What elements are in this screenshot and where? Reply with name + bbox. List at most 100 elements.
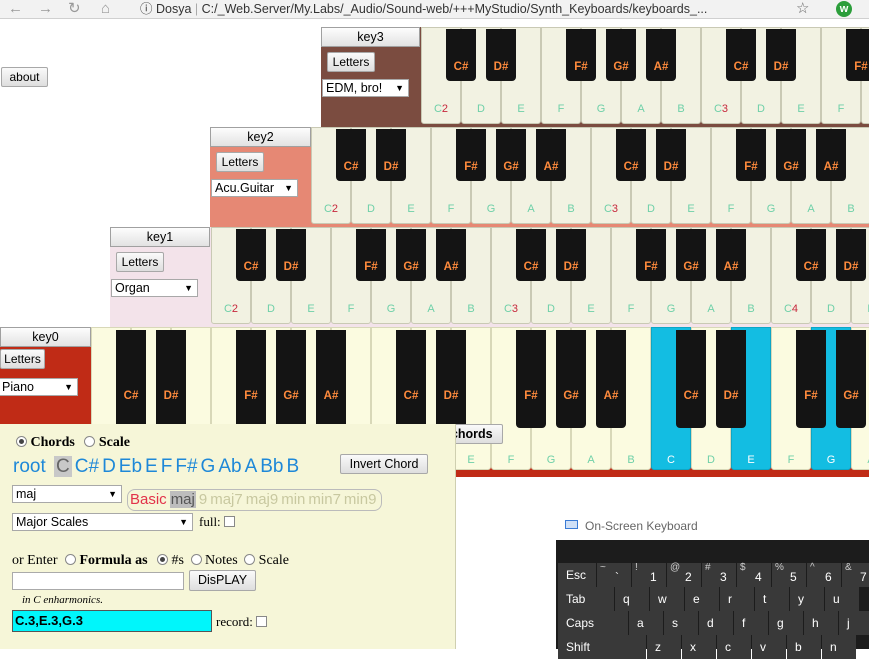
chord-type-maj9[interactable]: maj9 xyxy=(246,491,279,508)
black-key[interactable]: G# xyxy=(676,229,706,281)
black-key[interactable]: A# xyxy=(646,29,676,81)
formula-radio[interactable] xyxy=(64,554,76,565)
invert-chord-button[interactable]: Invert Chord xyxy=(340,454,428,474)
root-note-C[interactable]: C xyxy=(54,456,72,477)
black-key[interactable]: F# xyxy=(846,29,869,81)
osk-key-esc[interactable]: Esc xyxy=(558,563,596,587)
chord-type-min[interactable]: min xyxy=(281,491,305,508)
osk-key-w[interactable]: w xyxy=(650,587,684,611)
black-key[interactable]: D# xyxy=(556,229,586,281)
osk-key-v[interactable]: v xyxy=(752,635,786,659)
osk-key-g[interactable]: g xyxy=(769,611,803,635)
address-bar[interactable]: ⓘ Dosya | C:/_Web.Server/My.Labs/_Audio/… xyxy=(140,2,707,16)
black-key[interactable]: G# xyxy=(556,330,586,428)
scale-format-radio[interactable] xyxy=(244,554,256,565)
root-note-Fsharp[interactable]: F# xyxy=(175,456,197,477)
black-key[interactable]: D# xyxy=(276,229,306,281)
root-note-Ab[interactable]: Ab xyxy=(218,456,241,477)
bookmark-star-icon[interactable]: ☆ xyxy=(796,0,809,18)
black-key[interactable]: C# xyxy=(516,229,546,281)
chord-type-min7[interactable]: min7 xyxy=(308,491,341,508)
black-key[interactable]: D# xyxy=(766,29,796,81)
root-note-A[interactable]: A xyxy=(245,456,258,477)
black-key[interactable]: F# xyxy=(636,229,666,281)
forward-icon[interactable]: → xyxy=(38,0,53,18)
black-key[interactable]: F# xyxy=(736,129,766,181)
osk-key-j[interactable]: j xyxy=(839,611,869,635)
black-key[interactable]: D# xyxy=(156,330,186,428)
osk-key-e[interactable]: e xyxy=(685,587,719,611)
black-key[interactable]: D# xyxy=(836,229,866,281)
black-key[interactable]: D# xyxy=(656,129,686,181)
black-key[interactable]: F# xyxy=(516,330,546,428)
chords-radio[interactable] xyxy=(16,436,27,447)
black-key[interactable]: G# xyxy=(836,330,866,428)
display-button[interactable]: DisPLAY xyxy=(189,570,256,591)
notes-radio[interactable] xyxy=(190,554,202,565)
black-key[interactable]: C# xyxy=(796,229,826,281)
osk-key-shift[interactable]: Shift xyxy=(558,635,646,659)
black-key[interactable]: C# xyxy=(336,129,366,181)
osk-key-y[interactable]: y xyxy=(790,587,824,611)
osk-key-4[interactable]: $4 xyxy=(737,562,771,587)
black-key[interactable]: C# xyxy=(446,29,476,81)
chord-type-maj7[interactable]: maj7 xyxy=(210,491,243,508)
black-key[interactable]: A# xyxy=(816,129,846,181)
black-key[interactable]: A# xyxy=(316,330,346,428)
osk-key-q[interactable]: q xyxy=(615,587,649,611)
black-key[interactable]: G# xyxy=(496,129,526,181)
sharps-radio[interactable] xyxy=(157,554,169,565)
black-key[interactable]: A# xyxy=(716,229,746,281)
letters-button[interactable]: Letters xyxy=(0,349,45,369)
osk-key-caps[interactable]: Caps xyxy=(558,611,628,635)
osk-key-5[interactable]: % 5 xyxy=(772,562,806,587)
scale-select[interactable]: Major Scales ▼ xyxy=(12,513,193,531)
black-key[interactable]: C# xyxy=(236,229,266,281)
osk-key-n[interactable]: n xyxy=(822,635,856,659)
root-note-Csharp[interactable]: C# xyxy=(75,456,99,477)
record-checkbox[interactable] xyxy=(256,616,268,627)
black-key[interactable]: F# xyxy=(456,129,486,181)
reload-icon[interactable]: ↻ xyxy=(68,0,81,18)
osk-key-h[interactable]: h xyxy=(804,611,838,635)
osk-key-x[interactable]: x xyxy=(682,635,716,659)
letters-button[interactable]: Letters xyxy=(116,252,164,272)
instrument-select[interactable]: EDM, bro! ▼ xyxy=(322,79,409,97)
chord-select[interactable]: maj ▼ xyxy=(12,485,122,503)
instrument-select[interactable]: Acu.Guitar ▼ xyxy=(211,179,298,197)
root-note-F[interactable]: F xyxy=(161,456,173,477)
osk-key-s[interactable]: s xyxy=(664,611,698,635)
root-note-D[interactable]: D xyxy=(102,456,116,477)
black-key[interactable]: F# xyxy=(796,330,826,428)
osk-key-6[interactable]: ^ 6 xyxy=(807,562,841,587)
black-key[interactable]: D# xyxy=(716,330,746,428)
osk-key-tab[interactable]: Tab xyxy=(558,587,614,611)
black-key[interactable]: F# xyxy=(356,229,386,281)
osk-key-z[interactable]: z xyxy=(647,635,681,659)
black-key[interactable]: A# xyxy=(596,330,626,428)
root-note-Bb[interactable]: Bb xyxy=(260,456,283,477)
black-key[interactable]: G# xyxy=(776,129,806,181)
extension-icon[interactable]: w xyxy=(836,1,852,17)
back-icon[interactable]: ← xyxy=(8,0,23,18)
black-key[interactable]: G# xyxy=(396,229,426,281)
root-note-B[interactable]: B xyxy=(287,456,300,477)
chord-type-maj[interactable]: maj xyxy=(169,491,196,508)
osk-key-d[interactable]: d xyxy=(699,611,733,635)
black-key[interactable]: C# xyxy=(676,330,706,428)
root-note-E[interactable]: E xyxy=(145,456,158,477)
osk-key-2[interactable]: @2 xyxy=(667,562,701,587)
letters-button[interactable]: Letters xyxy=(216,152,264,172)
black-key[interactable]: F# xyxy=(566,29,596,81)
chord-output-field[interactable]: C.3,E.3,G.3 xyxy=(12,610,212,632)
black-key[interactable]: F# xyxy=(236,330,266,428)
osk-key-7[interactable]: & 7 xyxy=(842,562,869,587)
black-key[interactable]: D# xyxy=(486,29,516,81)
letters-button[interactable]: Letters xyxy=(327,52,375,72)
osk-key-r[interactable]: r xyxy=(720,587,754,611)
black-key[interactable]: C# xyxy=(396,330,426,428)
full-checkbox[interactable] xyxy=(223,516,235,527)
about-button[interactable]: about xyxy=(1,67,48,87)
instrument-select[interactable]: Organ ▼ xyxy=(111,279,198,297)
root-note-Eb[interactable]: Eb xyxy=(119,456,142,477)
